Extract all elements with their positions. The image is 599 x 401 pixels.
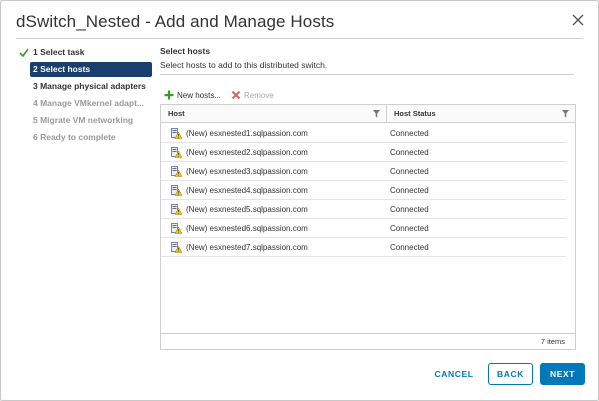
next-button[interactable]: NEXT [540, 363, 585, 385]
host-name: (New) esxnested5.sqlpassion.com [186, 204, 308, 214]
hosts-grid: Host Host Status (New) esxnested1.sqlpas… [160, 104, 576, 350]
column-header-status[interactable]: Host Status [387, 105, 575, 123]
step-select-hosts[interactable]: 2 Select hosts [30, 62, 152, 77]
host-status: Connected [390, 242, 429, 252]
host-cell: (New) esxnested2.sqlpassion.com [161, 146, 387, 158]
host-status: Connected [390, 166, 429, 176]
step-manage-physical-adapters[interactable]: 3 Manage physical adapters [17, 79, 152, 94]
table-row[interactable]: (New) esxnested5.sqlpassion.com Connecte… [161, 200, 566, 219]
section-description: Select hosts to add to this distributed … [160, 60, 328, 70]
add-icon [164, 90, 174, 100]
table-row[interactable]: (New) esxnested4.sqlpassion.com Connecte… [161, 181, 566, 200]
step-ready-to-complete: 6 Ready to complete [17, 130, 152, 145]
host-name: (New) esxnested2.sqlpassion.com [186, 147, 308, 157]
column-header-host[interactable]: Host [161, 105, 387, 123]
host-cell: (New) esxnested1.sqlpassion.com [161, 127, 387, 139]
checkmark-icon [19, 48, 29, 58]
grid-toolbar: New hosts... Remove [164, 88, 284, 102]
host-status: Connected [390, 204, 429, 214]
filter-icon[interactable] [562, 110, 569, 118]
section-divider [160, 74, 574, 75]
wizard-steps: 1 Select task 2 Select hosts 3 Manage ph… [17, 45, 152, 147]
host-warning-icon [171, 241, 182, 253]
table-row[interactable]: (New) esxnested6.sqlpassion.com Connecte… [161, 219, 566, 238]
step-label: 5 Migrate VM networking [33, 115, 134, 125]
dialog-title: dSwitch_Nested - Add and Manage Hosts [16, 12, 335, 31]
host-warning-icon [171, 184, 182, 196]
host-name: (New) esxnested6.sqlpassion.com [186, 223, 308, 233]
host-warning-icon [171, 165, 182, 177]
host-warning-icon [171, 203, 182, 215]
host-cell: (New) esxnested4.sqlpassion.com [161, 184, 387, 196]
step-label: 4 Manage VMkernel adapt... [33, 98, 145, 108]
items-count: 7 items [540, 337, 565, 346]
host-cell: (New) esxnested7.sqlpassion.com [161, 241, 387, 253]
host-cell: (New) esxnested5.sqlpassion.com [161, 203, 387, 215]
cancel-button[interactable]: CANCEL [429, 363, 479, 385]
host-name: (New) esxnested1.sqlpassion.com [186, 128, 308, 138]
table-row[interactable]: (New) esxnested7.sqlpassion.com Connecte… [161, 238, 566, 257]
add-manage-hosts-dialog: dSwitch_Nested - Add and Manage Hosts 1 … [0, 0, 599, 401]
filter-icon[interactable] [373, 110, 380, 118]
host-cell: (New) esxnested6.sqlpassion.com [161, 222, 387, 234]
back-button[interactable]: BACK [488, 363, 533, 385]
host-status: Connected [390, 223, 429, 233]
remove-label: Remove [244, 90, 274, 100]
table-row[interactable]: (New) esxnested3.sqlpassion.com Connecte… [161, 162, 566, 181]
step-label: 3 Manage physical adapters [33, 81, 146, 91]
host-status: Connected [390, 185, 429, 195]
title-divider [16, 38, 583, 39]
host-name: (New) esxnested4.sqlpassion.com [186, 185, 308, 195]
remove-icon [231, 90, 241, 100]
new-hosts-button[interactable]: New hosts... [164, 90, 221, 100]
host-warning-icon [171, 127, 182, 139]
host-name: (New) esxnested7.sqlpassion.com [186, 242, 308, 252]
host-status: Connected [390, 128, 429, 138]
section-title: Select hosts [160, 46, 211, 56]
new-hosts-label: New hosts... [177, 90, 222, 100]
grid-footer: 7 items [161, 333, 575, 349]
host-warning-icon [171, 146, 182, 158]
column-header-label: Host Status [394, 109, 436, 118]
column-header-label: Host [168, 109, 185, 118]
step-migrate-vm-networking: 5 Migrate VM networking [17, 113, 152, 128]
table-row[interactable]: (New) esxnested2.sqlpassion.com Connecte… [161, 143, 566, 162]
table-row[interactable]: (New) esxnested1.sqlpassion.com Connecte… [161, 124, 566, 143]
step-label: 6 Ready to complete [33, 132, 116, 142]
remove-button[interactable]: Remove [231, 90, 274, 100]
step-select-task[interactable]: 1 Select task [17, 45, 152, 60]
grid-rows: (New) esxnested1.sqlpassion.com Connecte… [161, 124, 575, 257]
close-icon[interactable] [570, 12, 586, 28]
step-manage-vmkernel-adapters: 4 Manage VMkernel adapt... [17, 96, 152, 111]
host-status: Connected [390, 147, 429, 157]
host-name: (New) esxnested3.sqlpassion.com [186, 166, 308, 176]
host-warning-icon [171, 222, 182, 234]
host-cell: (New) esxnested3.sqlpassion.com [161, 165, 387, 177]
step-label: 2 Select hosts [33, 64, 91, 74]
grid-header: Host Host Status [161, 105, 575, 123]
